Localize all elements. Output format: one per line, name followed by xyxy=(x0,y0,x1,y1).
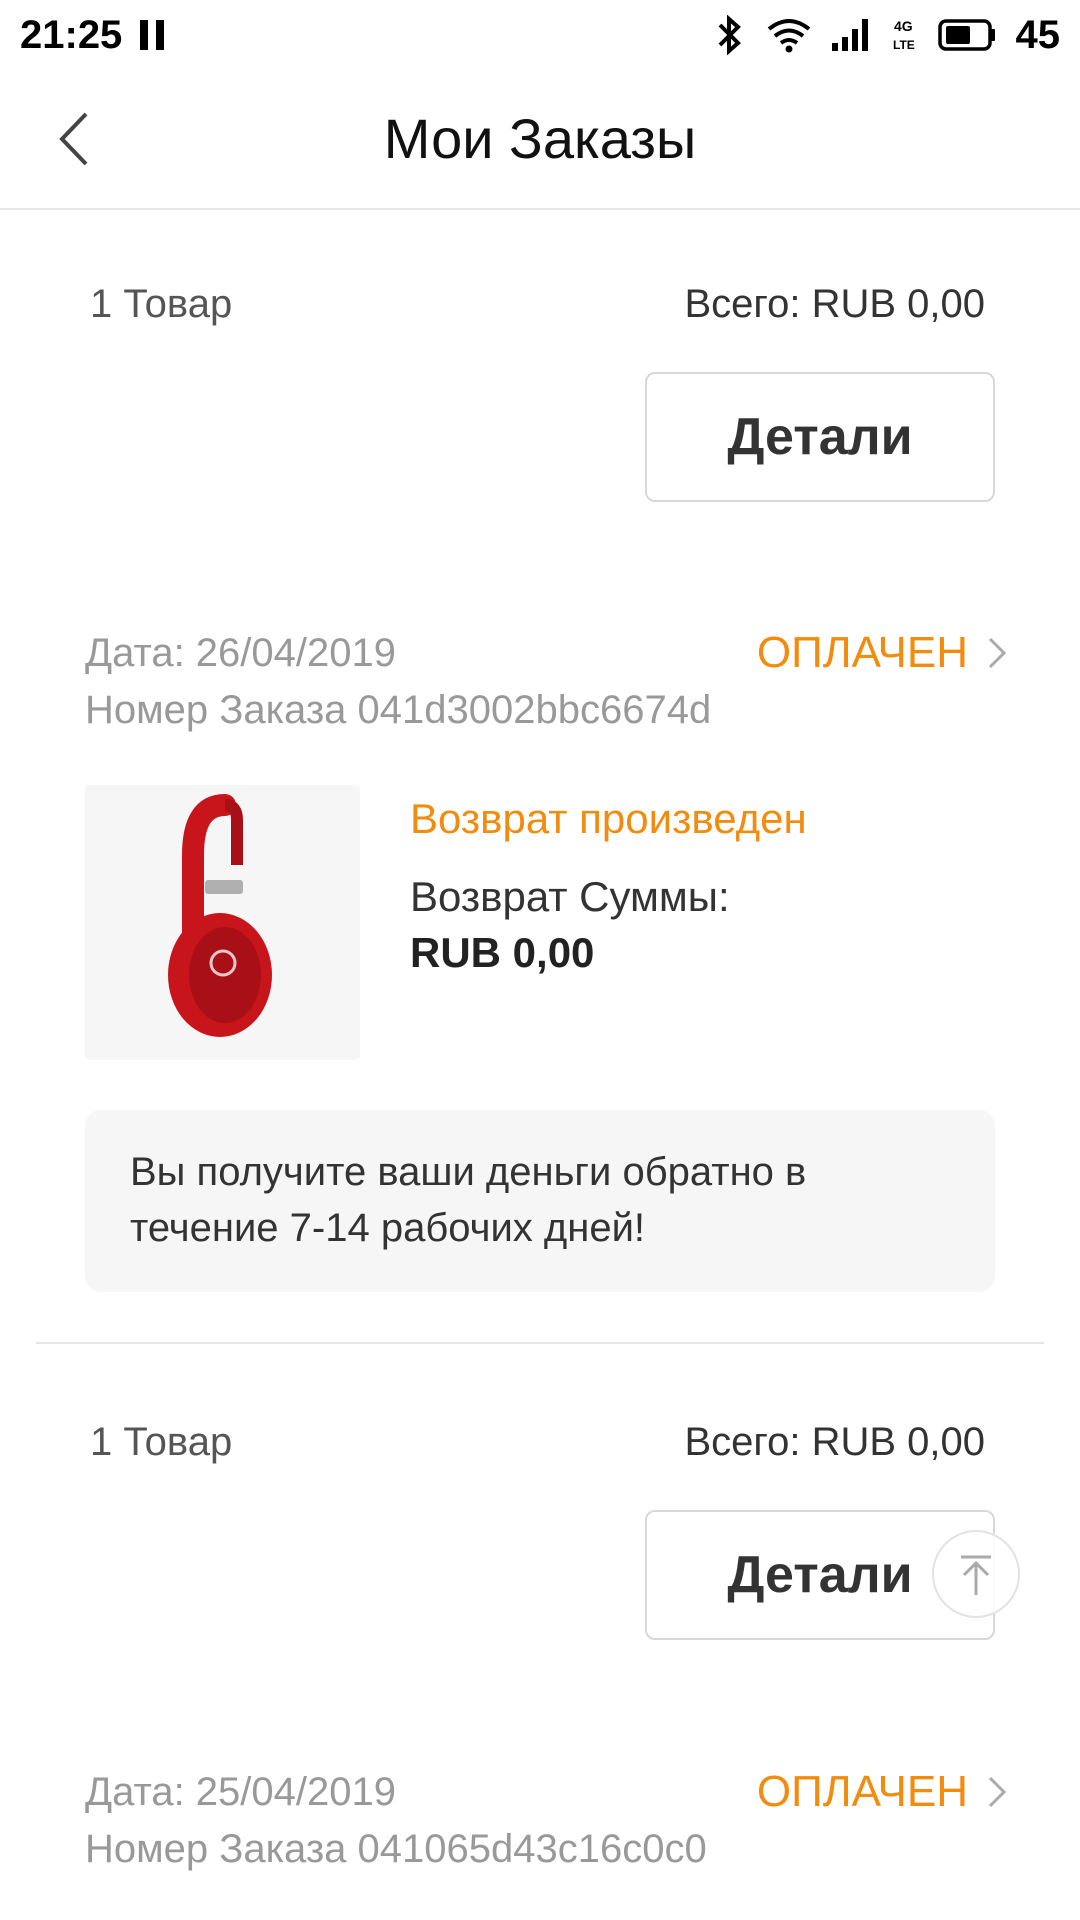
items-count: 1 Товар xyxy=(90,1420,233,1464)
svg-text:LTE: LTE xyxy=(893,38,915,52)
order-status: ОПЛАЧЕН xyxy=(756,628,968,677)
order-number: Номер Заказа 041065d43c16c0c0 xyxy=(85,1827,707,1871)
clock: 21:25 xyxy=(20,12,123,57)
battery-icon xyxy=(937,18,998,52)
battery-level: 45 xyxy=(1015,12,1061,57)
order-number: Номер Заказа 041d3002bbc6674d xyxy=(85,688,712,732)
order-total: Всего: RUB 0,00 xyxy=(684,282,985,326)
order-status-link[interactable]: ОПЛАЧЕН xyxy=(757,628,1010,678)
header: Мои Заказы xyxy=(0,70,1080,210)
order-date: Дата: 25/04/2019 xyxy=(85,1769,396,1814)
signal-icon xyxy=(830,17,874,53)
scroll-to-top-icon xyxy=(961,1555,991,1595)
refund-amount: RUB 0,00 xyxy=(410,929,595,976)
order-summary-row: 1 Товар Всего: RUB 0,00 xyxy=(90,282,985,327)
wifi-icon xyxy=(766,17,812,53)
refund-status: Возврат произведен xyxy=(410,795,807,842)
refund-notice: Вы получите ваши деньги обратно в течени… xyxy=(85,1110,995,1292)
status-bar-right: 4G LTE 45 xyxy=(712,12,1061,58)
order-summary-row: 1 Товар Всего: RUB 0,00 xyxy=(90,1420,985,1465)
product-image[interactable] xyxy=(85,785,360,1060)
divider xyxy=(36,1342,1044,1344)
details-button[interactable]: Детали xyxy=(645,372,995,502)
chevron-right-icon xyxy=(988,1776,1007,1808)
refund-amount-label: Возврат Суммы: xyxy=(410,873,730,920)
order-status-link[interactable]: ОПЛАЧЕН xyxy=(757,1767,1010,1817)
status-bar-left: 21:25 xyxy=(20,12,165,58)
status-bar: 21:25 4G LTE 45 xyxy=(0,0,1080,70)
chevron-right-icon xyxy=(988,637,1007,669)
refund-info: Возврат произведен Возврат Суммы: RUB 0,… xyxy=(410,795,1020,977)
items-count: 1 Товар xyxy=(90,282,233,326)
bluetooth-icon xyxy=(712,15,748,55)
svg-text:4G: 4G xyxy=(894,18,913,34)
headphones-image xyxy=(168,794,272,1037)
scroll-to-top-button[interactable] xyxy=(932,1530,1020,1618)
page-title: Мои Заказы xyxy=(383,107,697,170)
order-meta: Дата: 26/04/2019 ОПЛАЧЕН Номер Заказа 04… xyxy=(85,628,1010,733)
order-status: ОПЛАЧЕН xyxy=(756,1767,968,1816)
order-total: Всего: RUB 0,00 xyxy=(684,1420,985,1464)
lte-icon: 4G LTE xyxy=(892,17,920,53)
pause-icon xyxy=(140,20,165,50)
order-meta: Дата: 25/04/2019 ОПЛАЧЕН Номер Заказа 04… xyxy=(85,1767,1010,1872)
order-date: Дата: 26/04/2019 xyxy=(85,630,396,675)
